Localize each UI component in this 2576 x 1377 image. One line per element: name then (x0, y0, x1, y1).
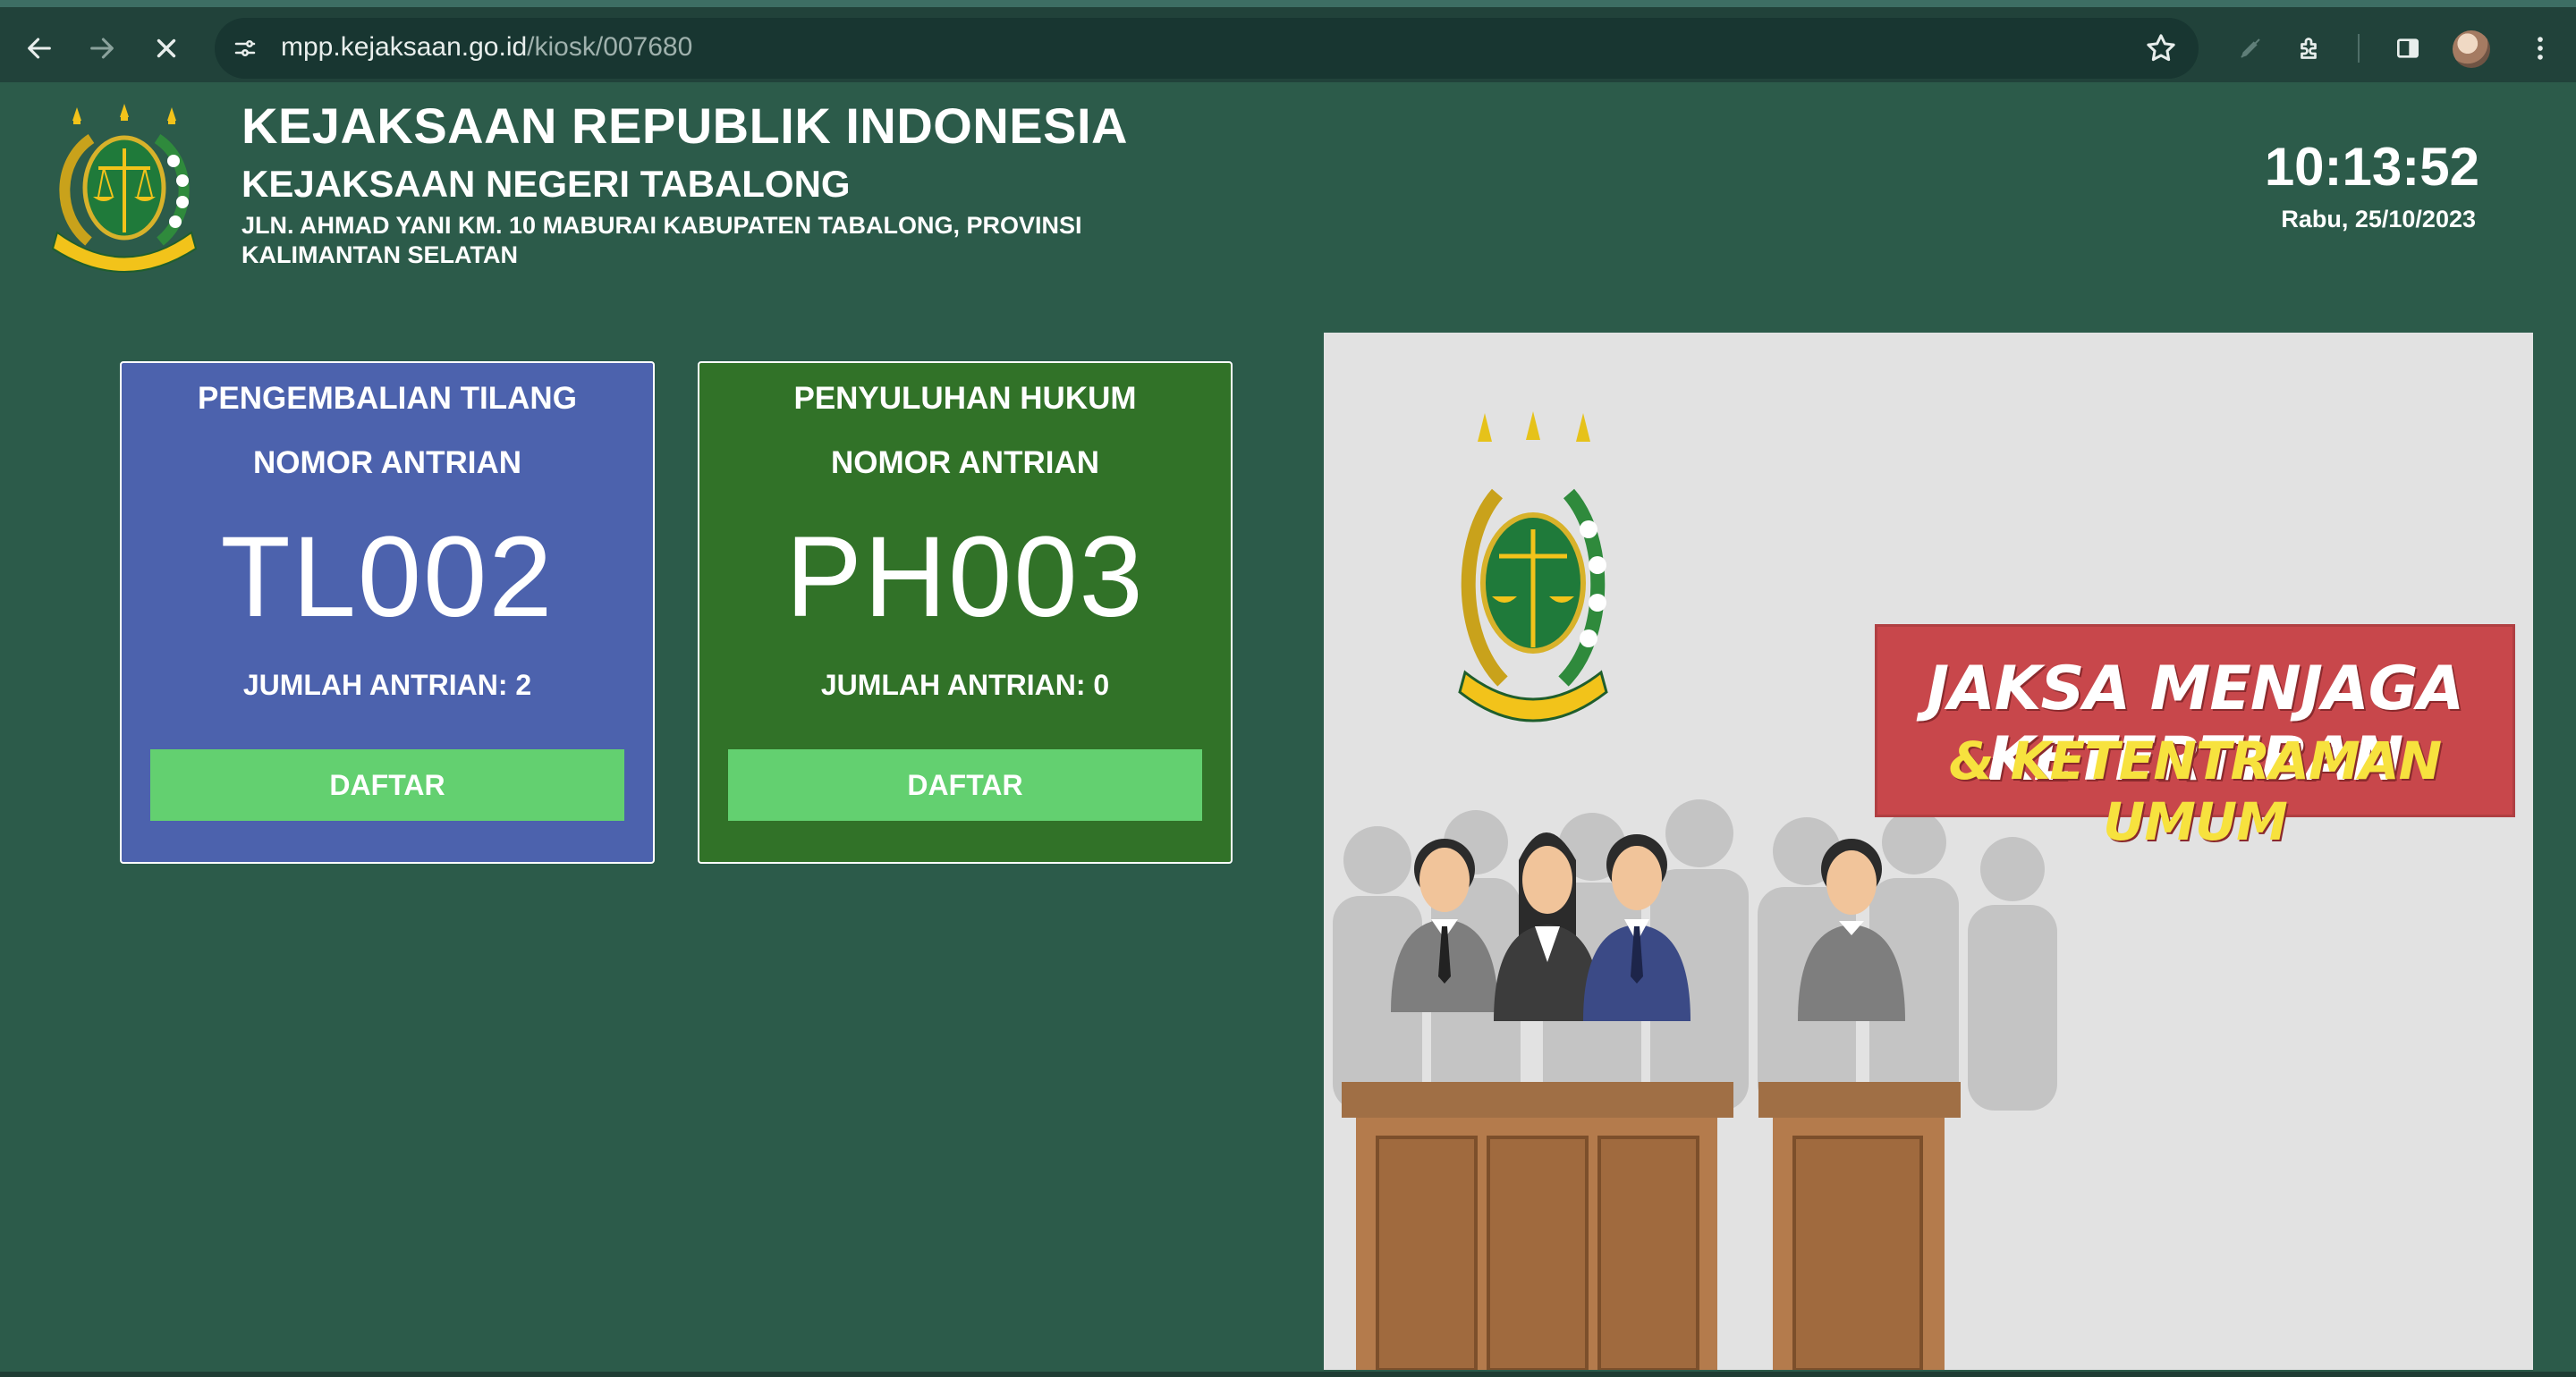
service-name: PENGEMBALIAN TILANG (198, 381, 577, 416)
queue-card-penyuluhan: PENYULUHAN HUKUM NOMOR ANTRIAN PH003 JUM… (698, 361, 1233, 864)
queue-count: JUMLAH ANTRIAN: 0 (820, 669, 1110, 701)
browser-toolbar: mpp.kejaksaan.go.id/kiosk/007680 (0, 0, 2576, 82)
podium-right (1758, 1082, 1961, 1370)
queue-count: JUMLAH ANTRIAN: 2 (242, 669, 532, 701)
illustration-logo (1458, 411, 1608, 722)
queue-card-tilang: PENGEMBALIAN TILANG NOMOR ANTRIAN TL002 … (120, 361, 655, 864)
office-name: KEJAKSAAN NEGERI TABALONG (242, 163, 851, 205)
side-panel-icon[interactable] (2388, 29, 2428, 68)
office-address: JLN. AHMAD YANI KM. 10 MABURAI KABUPATEN… (242, 212, 1082, 268)
queue-number: PH003 (785, 513, 1145, 641)
profile-avatar[interactable] (2453, 30, 2490, 68)
stop-loading-icon[interactable] (143, 25, 190, 72)
site-settings-icon[interactable] (224, 27, 267, 70)
url-text[interactable]: mpp.kejaksaan.go.id/kiosk/007680 (281, 32, 692, 63)
forward-arrow-icon[interactable] (79, 25, 125, 72)
kejaksaan-logo (51, 104, 198, 273)
menu-dots-icon[interactable] (2521, 29, 2560, 68)
url-path: /kiosk/007680 (527, 32, 693, 62)
date: Rabu, 25/10/2023 (2281, 206, 2476, 232)
daftar-button[interactable]: DAFTAR (150, 749, 624, 821)
extensions-icon[interactable] (2292, 29, 2331, 68)
slogan-banner: JAKSA MENJAGA KETERTIBAN & KETENTRAMAN U… (1875, 624, 2515, 852)
url-host: mpp.kejaksaan.go.id (281, 32, 528, 62)
back-arrow-icon[interactable] (16, 25, 63, 72)
edit-disabled-icon[interactable] (2231, 29, 2270, 68)
podium-left (1342, 1082, 1733, 1370)
daftar-button[interactable]: DAFTAR (728, 749, 1202, 821)
toolbar-separator (2358, 34, 2360, 63)
queue-label: NOMOR ANTRIAN (252, 445, 522, 480)
page-title: KEJAKSAAN REPUBLIK INDONESIA (242, 97, 1128, 154)
promo-illustration: JAKSA MENJAGA KETERTIBAN & KETENTRAMAN U… (1324, 333, 2533, 1370)
bottom-edge (0, 1372, 2576, 1377)
service-name: PENYULUHAN HUKUM (793, 381, 1137, 416)
bookmark-star-icon[interactable] (2143, 30, 2179, 66)
address-bar[interactable]: mpp.kejaksaan.go.id/kiosk/007680 (215, 18, 2199, 79)
queue-number: TL002 (220, 513, 555, 641)
clock: 10:13:52 (2264, 137, 2479, 197)
queue-label: NOMOR ANTRIAN (830, 445, 1100, 480)
banner-line-2: & KETENTRAMAN UMUM (1948, 731, 2442, 852)
